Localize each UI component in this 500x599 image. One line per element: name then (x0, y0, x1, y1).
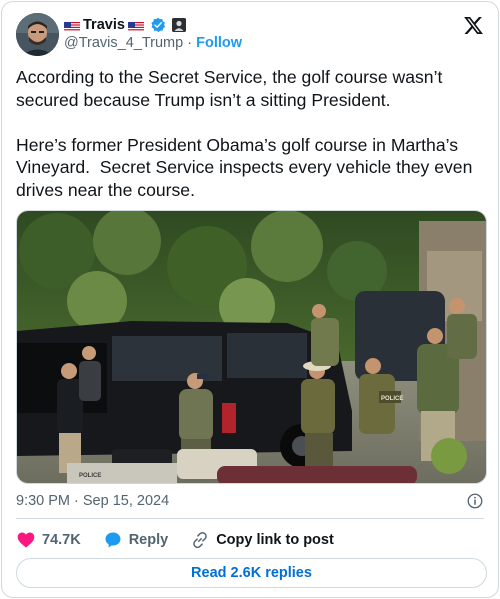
action-bar: 74.7K Reply Copy link to post (16, 529, 356, 551)
heart-icon (17, 532, 35, 548)
reply-button[interactable]: Reply (103, 530, 169, 550)
avatar-image (16, 13, 59, 56)
author-handle-row: @Travis_4_Trump · Follow (64, 34, 242, 52)
divider (16, 518, 484, 519)
tweet-timestamp[interactable]: 9:30 PM · Sep 15, 2024 (16, 492, 169, 510)
author-handle[interactable]: @Travis_4_Trump (64, 35, 183, 51)
tweet-card: Travis @Travis_4_Trump · Follow Accordin… (1, 1, 499, 598)
info-icon[interactable] (466, 492, 484, 510)
us-flag-icon (127, 20, 144, 31)
like-count: 74.7K (42, 532, 81, 548)
reply-bubble-icon (105, 532, 121, 548)
follow-button[interactable]: Follow (196, 35, 242, 51)
read-replies-label: Read 2.6K replies (191, 565, 312, 581)
police-crate-label: POLICE (79, 473, 101, 479)
read-replies-button[interactable]: Read 2.6K replies (16, 558, 487, 588)
like-button[interactable]: 74.7K (16, 530, 81, 550)
copy-link-button[interactable]: Copy link to post (190, 530, 334, 550)
tweet-text: According to the Secret Service, the gol… (16, 67, 473, 200)
reply-label: Reply (128, 532, 169, 548)
x-logo-icon[interactable] (463, 15, 484, 36)
tweet-photo[interactable]: POLICE POLICE (16, 210, 487, 484)
copy-link-label: Copy link to post (216, 532, 334, 548)
us-flag-icon (64, 20, 80, 31)
avatar[interactable] (16, 13, 59, 56)
verified-badge-icon[interactable] (150, 17, 166, 33)
police-vest-label: POLICE (381, 396, 403, 402)
affiliate-badge-icon[interactable] (171, 18, 186, 32)
handle-separator: · (187, 35, 193, 51)
photo-image: POLICE POLICE (17, 211, 486, 483)
author-display-name[interactable]: Travis (83, 16, 125, 34)
link-icon (193, 531, 208, 549)
author-name-row[interactable]: Travis (64, 16, 186, 34)
